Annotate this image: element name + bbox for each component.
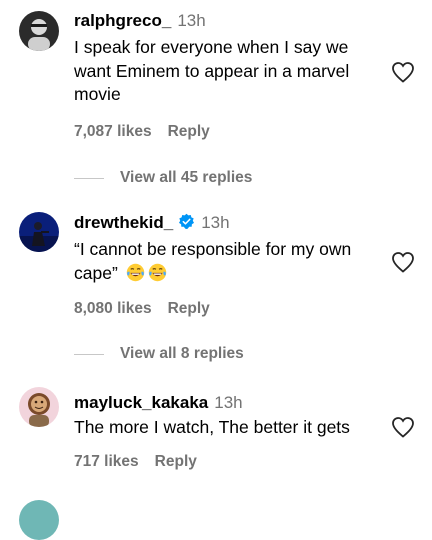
likes-count[interactable]: 7,087 likes [74,123,152,140]
comment-text: “I cannot be responsible for my own cape… [74,239,352,283]
likes-count[interactable]: 8,080 likes [74,300,152,317]
likes-count[interactable]: 717 likes [74,453,139,470]
avatar-image [19,11,59,51]
timestamp[interactable]: 13h [177,11,205,30]
reply-button[interactable]: Reply [168,123,210,140]
divider-line [74,353,104,355]
comment-text-block: “I cannot be responsible for my own cape… [74,238,389,285]
like-heart-icon[interactable] [391,416,415,438]
comment-header: ralphgreco_ 13h [74,11,206,31]
avatar-partial[interactable] [19,500,59,540]
like-heart-icon[interactable] [391,251,415,273]
view-replies-button[interactable]: View all 45 replies [74,169,252,189]
timestamp[interactable]: 13h [214,393,242,412]
comment-meta: 7,087 likes Reply [74,123,210,141]
comment-text: I speak for everyone when I say we want … [74,37,350,104]
comment-meta: 8,080 likes Reply [74,300,210,318]
face-with-tears-of-joy-icon [126,263,145,282]
avatar[interactable] [19,212,59,252]
username[interactable]: drewthekid_ [74,213,173,232]
avatar[interactable] [19,11,59,51]
view-replies-label: View all 45 replies [120,169,253,186]
avatar-image [19,387,59,427]
verified-badge-icon [178,213,195,235]
comment-meta: 717 likes Reply [74,453,197,471]
like-heart-icon[interactable] [391,61,415,83]
face-with-tears-of-joy-icon [148,263,167,282]
username[interactable]: ralphgreco_ [74,11,171,30]
reply-button[interactable]: Reply [155,453,197,470]
view-replies-button[interactable]: View all 8 replies [74,345,244,365]
reply-button[interactable]: Reply [168,300,210,317]
divider-line [74,177,104,179]
comment-text: The more I watch, The better it gets [74,417,350,437]
view-replies-label: View all 8 replies [120,345,244,362]
comment-header: drewthekid_ 13h [74,213,230,235]
avatar-image [19,212,59,252]
comment-header: mayluck_kakaka 13h [74,393,243,413]
username[interactable]: mayluck_kakaka [74,393,208,412]
avatar[interactable] [19,387,59,427]
timestamp[interactable]: 13h [201,213,229,232]
